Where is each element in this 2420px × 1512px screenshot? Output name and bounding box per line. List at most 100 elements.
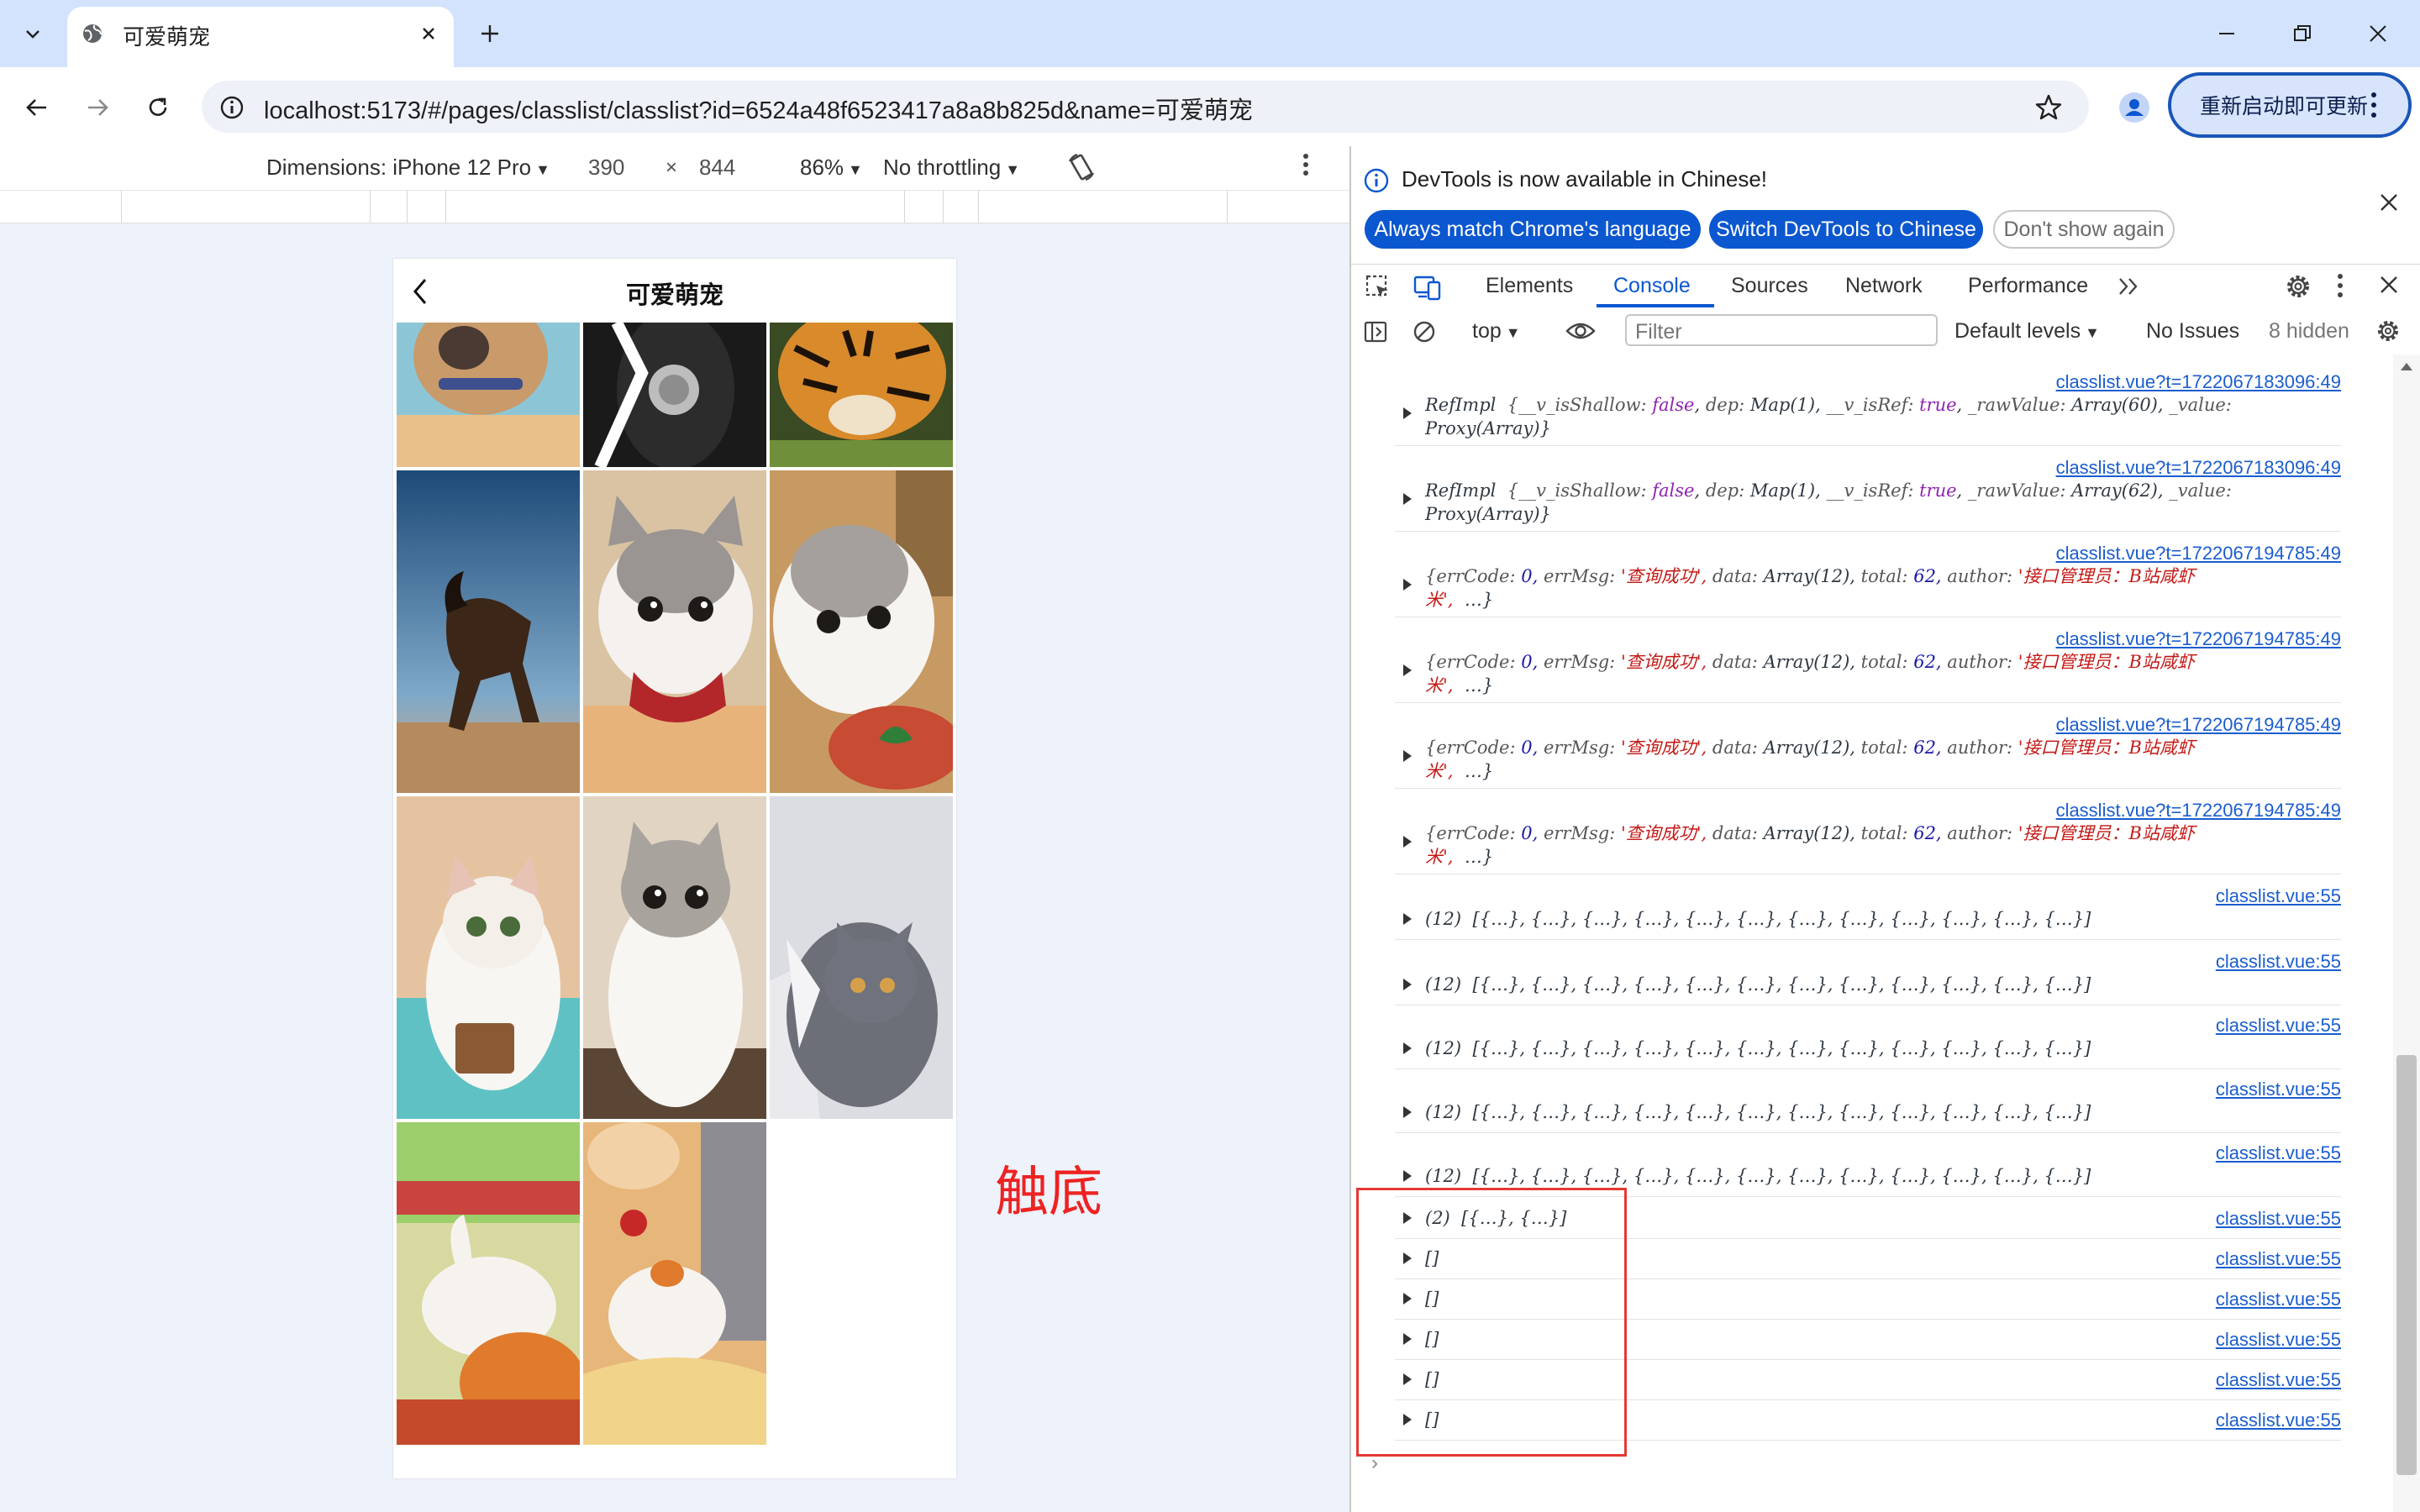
ruler-tick	[370, 191, 371, 223]
wallpaper-thumb[interactable]	[397, 796, 580, 1119]
devtools-close-icon[interactable]	[2378, 274, 2400, 296]
profile-avatar-icon[interactable]	[2114, 87, 2154, 128]
devtools-menu-kebab-icon[interactable]	[2336, 272, 2344, 299]
site-info-icon[interactable]	[212, 87, 252, 128]
wallpaper-thumb[interactable]	[397, 470, 580, 793]
back-button[interactable]	[15, 86, 59, 129]
tab-close-icon[interactable]	[415, 20, 442, 47]
zoom-select[interactable]: 86% ▼	[800, 155, 863, 181]
message-source-link[interactable]: classlist.vue:55	[2216, 885, 2341, 907]
issues-counter[interactable]: No Issues	[2146, 319, 2239, 344]
expand-triangle-icon[interactable]	[1402, 1042, 1413, 1055]
message-text: {errCode: 0, errMsg: '查询成功', data: Array…	[1425, 652, 2195, 696]
tab-console[interactable]: Console	[1613, 274, 1691, 298]
bookmark-star-icon[interactable]	[2028, 87, 2069, 128]
cat-image	[583, 796, 766, 1119]
execution-context-select[interactable]: top ▼	[1472, 319, 1521, 344]
rabbit-image	[583, 1122, 766, 1445]
url-text[interactable]: localhost:5173/#/pages/classlist/classli…	[264, 91, 1253, 126]
message-source-link[interactable]: classlist.vue?t=1722067194785:49	[2056, 714, 2341, 736]
close-icon	[2370, 25, 2386, 42]
caret-down-icon: ▼	[2081, 324, 2100, 341]
wallpaper-thumb[interactable]	[770, 323, 953, 467]
settings-gear-icon[interactable]	[2284, 272, 2312, 301]
switch-to-chinese-button[interactable]: Switch DevTools to Chinese	[1709, 210, 1983, 249]
infobar-close-icon[interactable]	[2378, 192, 2400, 213]
window-minimize-button[interactable]	[2202, 12, 2252, 55]
eye-icon[interactable]	[1565, 319, 1597, 343]
restore-icon	[2294, 25, 2311, 41]
message-source-link[interactable]: classlist.vue:55	[2216, 1015, 2341, 1037]
message-source-link[interactable]: classlist.vue?t=1722067194785:49	[2056, 628, 2341, 650]
minimize-icon	[2219, 33, 2234, 34]
always-match-language-button[interactable]: Always match Chrome's language	[1365, 210, 1701, 249]
wallpaper-thumb[interactable]	[583, 796, 766, 1119]
cat-image	[583, 470, 766, 793]
device-options-kebab-icon[interactable]	[1302, 153, 1309, 176]
expand-triangle-icon[interactable]	[1402, 578, 1413, 591]
message-source-link[interactable]: classlist.vue?t=1722067194785:49	[2056, 543, 2341, 564]
height-input[interactable]: 844	[699, 155, 735, 181]
hidden-messages-count: 8 hidden	[2269, 319, 2349, 343]
tab-performance[interactable]: Performance	[1968, 274, 2088, 298]
wallpaper-thumb[interactable]	[583, 470, 766, 793]
tab-sources[interactable]: Sources	[1731, 274, 1808, 298]
clear-console-icon[interactable]	[1412, 319, 1437, 344]
cat-image	[397, 796, 580, 1119]
message-source-link[interactable]: classlist.vue:55	[2216, 951, 2341, 973]
wallpaper-thumb[interactable]	[583, 323, 766, 467]
wallpaper-thumb[interactable]	[770, 796, 953, 1119]
message-source-link[interactable]: classlist.vue?t=1722067183096:49	[2056, 457, 2341, 479]
expand-triangle-icon[interactable]	[1402, 492, 1413, 506]
inspect-element-icon[interactable]	[1365, 274, 1392, 301]
caret-down-icon: ▼	[531, 161, 550, 178]
wallpaper-thumb[interactable]	[583, 1122, 766, 1445]
throttling-select[interactable]: No throttling ▼	[883, 155, 1020, 181]
expand-triangle-icon[interactable]	[1402, 749, 1413, 763]
scrollbar-thumb[interactable]	[2396, 1055, 2417, 1475]
wallpaper-thumb[interactable]	[397, 323, 580, 467]
message-source-link[interactable]: classlist.vue?t=1722067183096:49	[2056, 371, 2341, 393]
dog-image	[397, 323, 580, 467]
log-levels-select[interactable]: Default levels ▼	[1954, 319, 2100, 344]
tab-network[interactable]: Network	[1845, 274, 1923, 298]
expand-triangle-icon[interactable]	[1402, 835, 1413, 848]
console-settings-gear-icon[interactable]	[2375, 318, 2402, 344]
phone-viewport: 可爱萌宠	[393, 259, 956, 1478]
kebab-menu-icon[interactable]	[2370, 91, 2378, 119]
wallpaper-thumb[interactable]	[397, 1122, 580, 1445]
reload-button[interactable]	[136, 86, 180, 129]
message-source-link[interactable]: classlist.vue:55	[2216, 1079, 2341, 1100]
message-text: (12) [{…}, {…}, {…}, {…}, {…}, {…}, {…},…	[1425, 909, 2091, 929]
cat-image	[770, 470, 953, 793]
ruler-tick	[904, 191, 905, 223]
console-filter-input[interactable]	[1625, 314, 1938, 346]
window-restore-button[interactable]	[2277, 12, 2328, 55]
expand-triangle-icon[interactable]	[1402, 664, 1413, 677]
console-sidebar-toggle-icon[interactable]	[1363, 319, 1388, 344]
dont-show-again-button[interactable]: Don't show again	[1993, 210, 2175, 249]
rabbit-image	[397, 1122, 580, 1445]
new-tab-button[interactable]	[471, 17, 509, 50]
window-close-button[interactable]	[2353, 12, 2403, 55]
forward-button[interactable]	[76, 86, 119, 129]
message-source-link[interactable]: classlist.vue?t=1722067194785:49	[2056, 800, 2341, 822]
expand-triangle-icon[interactable]	[1402, 912, 1413, 926]
expand-triangle-icon[interactable]	[1402, 407, 1413, 420]
chevron-down-icon	[26, 30, 39, 39]
scroll-up-arrow-icon[interactable]	[2400, 361, 2413, 371]
tab-elements[interactable]: Elements	[1486, 274, 1573, 298]
reload-icon	[149, 97, 167, 116]
caret-down-icon: ▼	[1001, 161, 1021, 178]
rotate-icon[interactable]	[1065, 151, 1097, 183]
expand-triangle-icon[interactable]	[1402, 978, 1413, 991]
message-source-link[interactable]: classlist.vue:55	[2216, 1142, 2341, 1164]
tab-search-button[interactable]	[8, 13, 57, 54]
expand-triangle-icon[interactable]	[1402, 1169, 1413, 1183]
width-input[interactable]: 390	[588, 155, 624, 181]
device-select[interactable]: Dimensions: iPhone 12 Pro ▼	[266, 155, 550, 181]
wallpaper-thumb[interactable]	[770, 470, 953, 793]
expand-triangle-icon[interactable]	[1402, 1105, 1413, 1119]
more-tabs-chevron-icon[interactable]	[2118, 276, 2141, 297]
device-toolbar-toggle-icon[interactable]	[1413, 274, 1442, 301]
